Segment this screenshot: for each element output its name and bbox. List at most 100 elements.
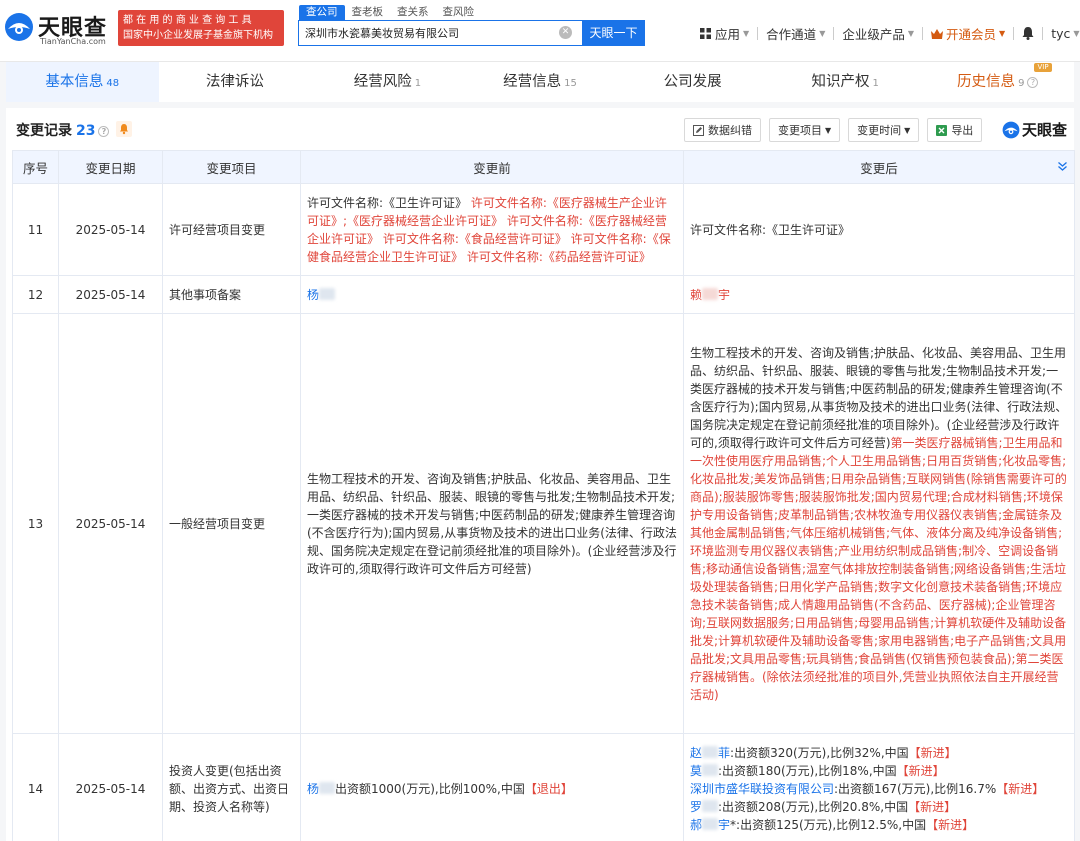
- person-name: 赖: [690, 287, 703, 302]
- tab-label: 法律诉讼: [205, 74, 264, 90]
- status-tag-new: 【新进】: [926, 817, 975, 832]
- brand-watermark: 天眼查: [1002, 119, 1067, 140]
- tab-count: 1: [872, 78, 879, 89]
- caret-down-icon: ▼: [904, 125, 911, 135]
- investor-link[interactable]: 罗: [690, 800, 702, 814]
- tab-basic-info[interactable]: 基本信息 48: [6, 62, 159, 102]
- status-tag-new: 【新进】: [908, 745, 957, 760]
- cell-item: 许可经营项目变更: [162, 183, 301, 276]
- tab-legal[interactable]: 法律诉讼: [159, 62, 312, 102]
- investor-name-tail: 菲: [718, 745, 731, 760]
- caret-down-icon: ▼: [907, 29, 915, 38]
- status-tag-new: 【新进】: [996, 781, 1045, 796]
- notification-bell[interactable]: [1022, 27, 1034, 40]
- investor-detail: :出资额167(万元),比例16.7%: [834, 781, 997, 796]
- table-row: 12 2025-05-14 其他事项备案 杨 赖宇: [12, 275, 1075, 314]
- cell-date: 2025-05-14: [58, 733, 163, 841]
- col-header-after: 变更后: [683, 150, 1075, 184]
- nav-divider: [833, 27, 835, 40]
- person-link[interactable]: 杨: [307, 288, 319, 302]
- table-header-row: 序号 变更日期 变更项目 变更前 变更后: [12, 150, 1075, 184]
- investor-detail: *:出资额125(万元),比例12.5%,中国: [730, 817, 927, 832]
- logo[interactable]: 天眼查 TianYanCha.com: [4, 10, 114, 50]
- investor-line: 赵 菲:出资额320(万元),比例32%,中国【新进】: [690, 744, 1068, 762]
- data-correct-button[interactable]: 数据纠错: [684, 118, 761, 142]
- caret-down-icon: ▼: [743, 29, 750, 38]
- nav-user[interactable]: tyc ▼: [1051, 26, 1079, 41]
- cell-no: 12: [12, 275, 59, 314]
- col-header-after-label: 变更后: [860, 160, 898, 176]
- export-button[interactable]: 导出: [927, 118, 983, 142]
- tab-operating-risk[interactable]: 经营风险 1: [311, 62, 464, 102]
- caret-down-icon: ▼: [819, 29, 826, 38]
- subscribe-bell[interactable]: [116, 121, 132, 137]
- investor-detail: :出资额180(万元),比例18%,中国: [718, 763, 897, 778]
- nav-member-label: 开通会员: [946, 27, 997, 42]
- nav-partner[interactable]: 合作通道 ▼: [766, 24, 825, 43]
- status-tag-new: 【新进】: [908, 799, 957, 814]
- section-count: 23: [76, 123, 96, 139]
- cell-no: 13: [12, 313, 59, 734]
- change-records-table: 序号 变更日期 变更项目 变更前 变更后 11 2025-05-14 许可经营项…: [12, 150, 1075, 841]
- masked-name: [702, 799, 719, 812]
- search-button[interactable]: 天眼一下: [582, 20, 645, 46]
- cell-after: 生物工程技术的开发、咨询及销售;护肤品、化妆品、美容用品、卫生用品、纺织品、针织…: [683, 313, 1075, 734]
- tab-label: 经营风险: [353, 74, 412, 90]
- tianyancha-logo-icon: [5, 13, 33, 41]
- search-tab-company[interactable]: 查公司: [299, 5, 345, 20]
- investor-detail: :出资额208(万元),比例20.8%,中国: [718, 799, 909, 814]
- investor-link[interactable]: 赵: [690, 746, 702, 760]
- cell-before: 杨: [300, 275, 684, 314]
- filter-item-dropdown[interactable]: 变更项目 ▼: [769, 118, 841, 142]
- nav-divider: [757, 27, 759, 40]
- export-label: 导出: [951, 124, 974, 137]
- search-tab-risk[interactable]: 查风险: [436, 5, 482, 20]
- search-tab-relation[interactable]: 查关系: [390, 5, 436, 20]
- double-chevron-down-icon[interactable]: [1057, 161, 1068, 172]
- tab-ip[interactable]: 知识产权 1: [769, 62, 922, 102]
- search-tab-boss[interactable]: 查老板: [345, 5, 391, 20]
- masked-name: [702, 763, 719, 776]
- slogan-banner: 都 在 用 的 商 业 查 询 工 具 国家中小企业发展子基金旗下机构: [118, 10, 284, 46]
- section-title-label: 变更记录: [16, 123, 72, 139]
- nav-enterprise-label: 企业级产品: [842, 27, 905, 42]
- help-icon[interactable]: ?: [1027, 77, 1039, 88]
- tab-development[interactable]: 公司发展: [616, 62, 769, 102]
- col-header-item: 变更项目: [162, 150, 301, 184]
- cell-after: 许可文件名称:《卫生许可证》: [683, 183, 1075, 276]
- nav-user-label: tyc: [1051, 26, 1071, 41]
- cell-after: 赵 菲:出资额320(万元),比例32%,中国【新进】 莫:出资额180(万元),…: [683, 733, 1075, 841]
- cell-date: 2025-05-14: [58, 183, 163, 276]
- tab-operating-info[interactable]: 经营信息 15: [464, 62, 617, 102]
- investor-link[interactable]: 杨: [307, 782, 319, 796]
- nav-member[interactable]: 开通会员 ▼: [931, 24, 1005, 43]
- tab-history[interactable]: 历史信息 9? VIP: [921, 62, 1074, 102]
- search-type-tabs: 查公司 查老板 查关系 查风险: [299, 5, 481, 20]
- nav-enterprise[interactable]: 企业级产品 ▼: [842, 24, 914, 43]
- investor-link[interactable]: 郝: [690, 818, 702, 832]
- tab-label: 公司发展: [663, 74, 722, 90]
- investor-line: 郝 宇*:出资额125(万元),比例12.5%,中国【新进】: [690, 816, 1068, 834]
- before-text: 许可文件名称:《卫生许可证》: [307, 195, 468, 210]
- after-text: 生物工程技术的开发、咨询及销售;护肤品、化妆品、美容用品、卫生用品、纺织品、针织…: [690, 345, 1068, 450]
- tab-label: 基本信息: [45, 74, 104, 90]
- tab-count: 48: [106, 78, 120, 89]
- tab-label: 知识产权: [811, 74, 870, 90]
- cell-before: 许可文件名称:《卫生许可证》 许可文件名称:《医疗器械生产企业许可证》;《医疗器…: [300, 183, 684, 276]
- col-header-date: 变更日期: [58, 150, 163, 184]
- tab-label: 经营信息: [503, 74, 562, 90]
- investor-link[interactable]: 深圳市盛华联投资有限公司: [690, 782, 834, 796]
- tianyancha-logo-icon: [1002, 121, 1020, 138]
- cell-no: 14: [12, 733, 59, 841]
- clear-icon[interactable]: ✕: [559, 26, 572, 39]
- search-input[interactable]: [305, 21, 555, 45]
- help-icon[interactable]: ?: [98, 126, 110, 137]
- filter-time-dropdown[interactable]: 变更时间 ▼: [848, 118, 920, 142]
- col-header-no: 序号: [12, 150, 59, 184]
- nav-apps[interactable]: 应用 ▼: [700, 24, 749, 43]
- masked-name: [319, 287, 336, 300]
- tab-label: 历史信息: [957, 74, 1016, 90]
- crown-icon: [931, 28, 944, 39]
- investor-link[interactable]: 莫: [690, 764, 702, 778]
- nav-divider: [1013, 27, 1015, 40]
